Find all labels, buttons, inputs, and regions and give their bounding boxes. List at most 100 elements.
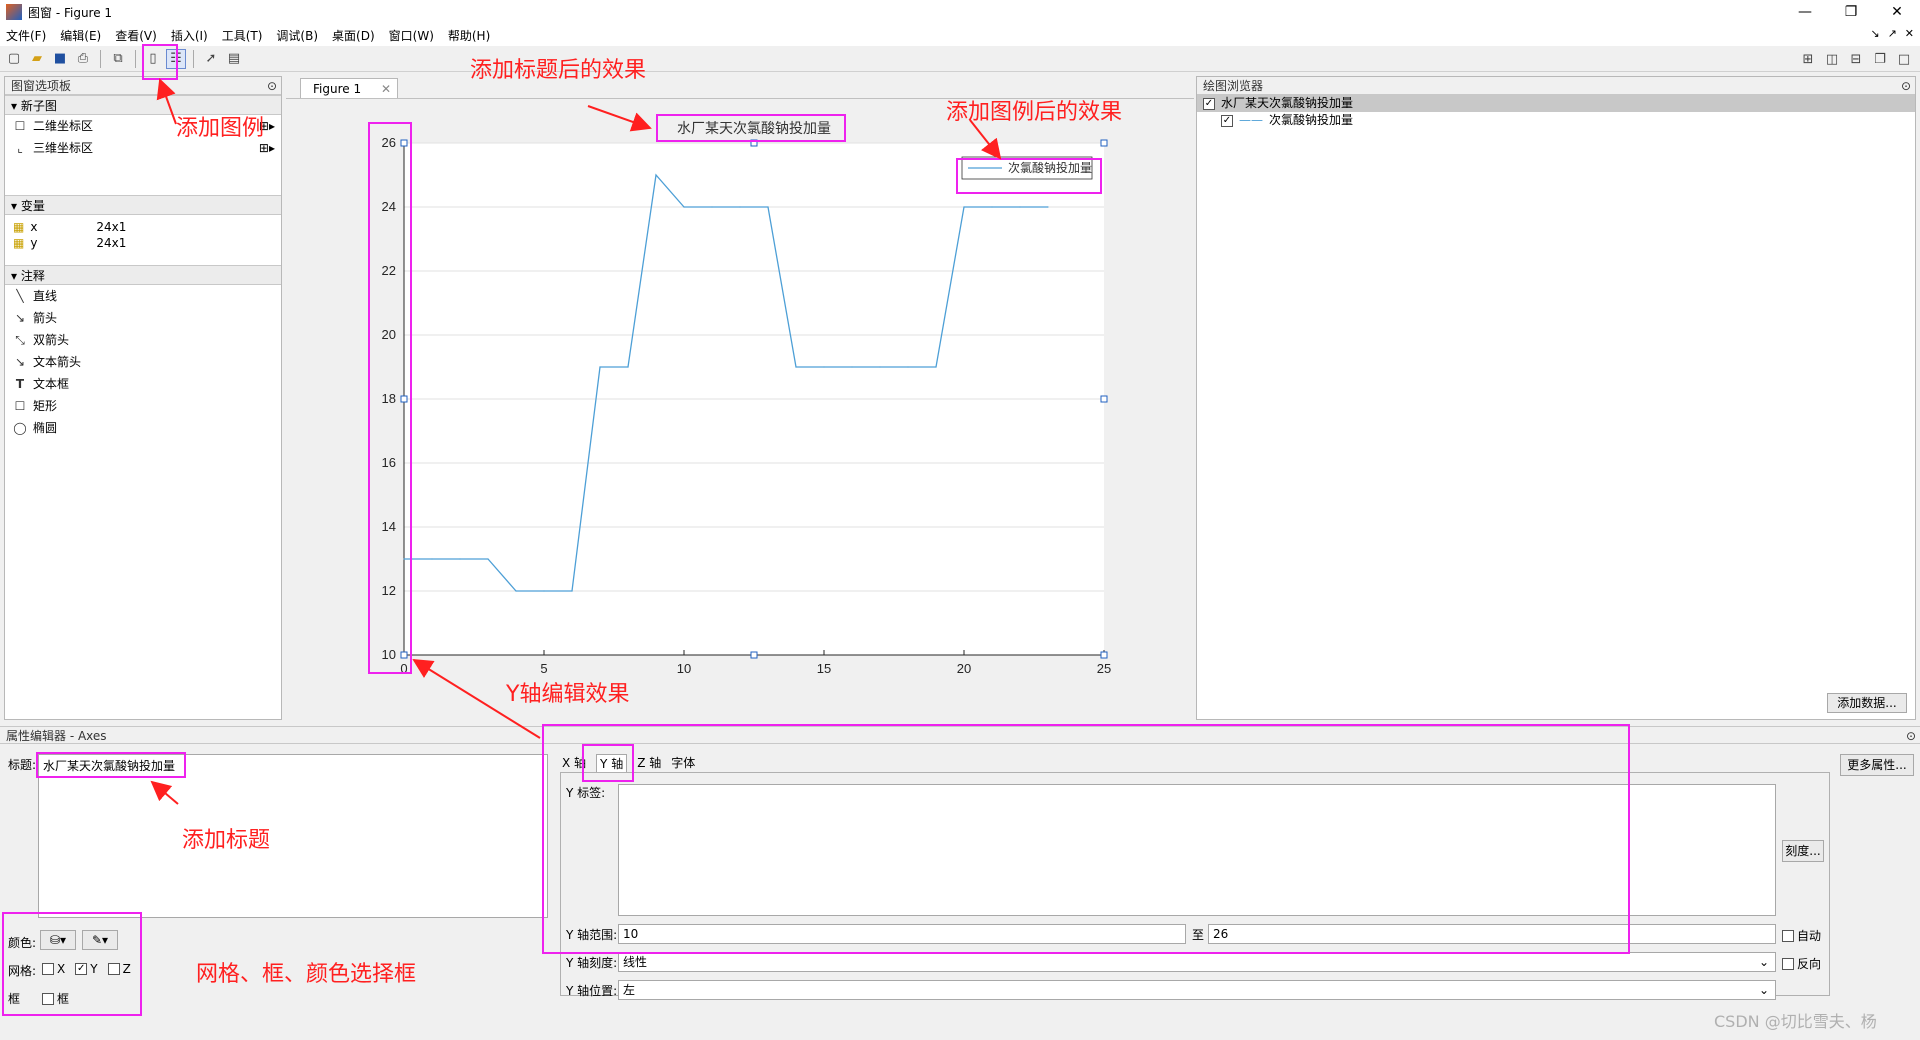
annotation-line[interactable]: ╲ 直线: [5, 285, 281, 307]
menu-desktop[interactable]: 桌面(D): [332, 27, 375, 44]
data-point: [655, 174, 657, 176]
figure-palette: 图窗选项板 ⊙ ▾ 新子图 ☐ 二维坐标区 ⊞▸ ⌞ 三维坐标区 ⊞▸ ▾ 变量…: [4, 76, 282, 720]
y-location-select[interactable]: 左 ⌄: [618, 980, 1776, 1000]
menu-file[interactable]: 文件(F): [6, 27, 46, 44]
data-point: [543, 590, 545, 592]
palette-menu-icon[interactable]: ⊙: [267, 77, 277, 95]
layout-buttons: ⊞ ◫ ⊟ ❐ □: [1798, 49, 1914, 69]
x-tick-label: 15: [817, 661, 831, 676]
print-icon[interactable]: ⎙: [73, 49, 93, 69]
browser-item-axes[interactable]: ✓ 水厂某天次氯酸钠投加量: [1197, 95, 1915, 112]
browser-checkbox[interactable]: ✓: [1221, 114, 1233, 127]
highlight-y-axis: [368, 122, 412, 674]
restore-button[interactable]: ❐: [1828, 0, 1874, 24]
close-button[interactable]: ✕: [1874, 0, 1920, 24]
annotation-rectangle[interactable]: ☐ 矩形: [5, 395, 281, 417]
variable-icon: ▦: [13, 236, 25, 250]
variable-icon: ▦: [13, 220, 25, 234]
annotation-add-legend: 添加图例: [176, 116, 265, 141]
layout-grid-icon[interactable]: ⊞: [1798, 49, 1818, 69]
menu-bar: 文件(F) 编辑(E) 查看(V) 插入(I) 工具(T) 调试(B) 桌面(D…: [0, 24, 1920, 46]
layout-float-icon[interactable]: ❐: [1870, 49, 1890, 69]
add-data-button[interactable]: 添加数据...: [1827, 693, 1907, 713]
annotation-text-arrow[interactable]: ↘ 文本箭头: [5, 351, 281, 373]
textbox-icon: T: [15, 377, 25, 391]
layout-columns-icon[interactable]: ◫: [1822, 49, 1842, 69]
window-title: 图窗 - Figure 1: [28, 5, 113, 20]
data-point: [907, 366, 909, 368]
toolbar: ▢ ▰ ■ ⎙ ⧉ ▯ ☷ ➚ ▤ ⊞ ◫ ⊟ ❐ □: [0, 46, 1920, 72]
data-point: [739, 206, 741, 208]
data-point: [851, 366, 853, 368]
ellipse-icon: ◯: [13, 421, 27, 435]
figure-tab[interactable]: Figure 1 ✕: [300, 78, 398, 98]
open-file-icon[interactable]: ▰: [27, 49, 47, 69]
menu-help[interactable]: 帮助(H): [448, 27, 490, 44]
menu-view[interactable]: 查看(V): [115, 27, 157, 44]
dock-icon[interactable]: ↘: [1870, 27, 1879, 40]
edit-plot-arrow-icon[interactable]: ➚: [201, 49, 221, 69]
title-label: 标题:: [8, 758, 37, 772]
variable-row[interactable]: ▦ y 24x1: [5, 235, 281, 251]
section-variables[interactable]: ▾ 变量: [5, 195, 281, 215]
menu-insert[interactable]: 插入(I): [171, 27, 208, 44]
selection-handle: [1100, 651, 1108, 659]
menu-edit[interactable]: 编辑(E): [60, 27, 101, 44]
chevron-down-icon: ⌄: [1758, 983, 1769, 997]
reverse-checkbox[interactable]: 反向: [1782, 955, 1821, 972]
data-point: [935, 366, 937, 368]
close-tab-icon[interactable]: ✕: [381, 79, 391, 99]
x-tick-label: 20: [957, 661, 971, 676]
data-point: [683, 206, 685, 208]
ticks-button[interactable]: 刻度...: [1782, 840, 1824, 862]
y-scale-label: Y 轴刻度:: [566, 956, 618, 970]
layout-rows-icon[interactable]: ⊟: [1846, 49, 1866, 69]
arrow-icon: ↘: [14, 311, 26, 325]
highlight-title-input: [36, 752, 186, 778]
menu-window[interactable]: 窗口(W): [389, 27, 434, 44]
selection-handle: [750, 651, 758, 659]
data-point: [767, 206, 769, 208]
close-figure-icon[interactable]: ✕: [1905, 27, 1914, 40]
browser-menu-icon[interactable]: ⊙: [1901, 77, 1911, 95]
menu-debug[interactable]: 调试(B): [276, 27, 318, 44]
editor-menu-icon[interactable]: ⊙: [1906, 727, 1916, 745]
show-plot-tools-icon[interactable]: ▤: [224, 49, 244, 69]
matlab-app-icon: [6, 4, 22, 20]
data-point: [627, 366, 629, 368]
more-properties-button[interactable]: 更多属性...: [1840, 754, 1914, 776]
chevron-down-icon: ⌄: [1758, 955, 1769, 969]
highlight-y-axis-panel: [542, 724, 1630, 954]
link-plot-icon[interactable]: ⧉: [108, 49, 128, 69]
minimize-button[interactable]: —: [1782, 0, 1828, 24]
save-icon[interactable]: ■: [50, 49, 70, 69]
browser-header: 绘图浏览器 ⊙: [1197, 77, 1915, 95]
title-bar: 图窗 - Figure 1 — ❐ ✕: [0, 0, 1920, 24]
annotation-double-arrow[interactable]: ⤡ 双箭头: [5, 329, 281, 351]
rectangle-icon: ☐: [14, 119, 26, 133]
annotation-y-axis-effect: Y轴编辑效果: [506, 682, 630, 707]
data-point: [599, 366, 601, 368]
section-annotations[interactable]: ▾ 注释: [5, 265, 281, 285]
annotation-add-title-effect: 添加标题后的效果: [470, 58, 647, 83]
data-point: [487, 558, 489, 560]
title-input[interactable]: 水厂某天次氯酸钠投加量: [38, 754, 548, 918]
browser-checkbox[interactable]: ✓: [1203, 97, 1215, 110]
selection-handle: [1100, 139, 1108, 147]
annotation-arrow[interactable]: ↘ 箭头: [5, 307, 281, 329]
undock-icon[interactable]: ↗: [1888, 27, 1897, 40]
annotation-textbox[interactable]: T 文本框: [5, 373, 281, 395]
annotation-ellipse[interactable]: ◯ 椭圆: [5, 417, 281, 439]
x-tick-label: 25: [1097, 661, 1111, 676]
layout-maximize-icon[interactable]: □: [1894, 49, 1914, 69]
variable-row[interactable]: ▦ x 24x1: [5, 219, 281, 235]
menu-tools[interactable]: 工具(T): [222, 27, 263, 44]
highlight-legend-button: [142, 44, 178, 80]
highlight-chart-legend: [956, 158, 1102, 194]
new-figure-icon[interactable]: ▢: [4, 49, 24, 69]
data-point: [431, 558, 433, 560]
auto-checkbox[interactable]: 自动: [1782, 927, 1821, 944]
y-scale-select[interactable]: 线性 ⌄: [618, 952, 1776, 972]
y-location-label: Y 轴位置:: [566, 984, 618, 998]
browser-item-line[interactable]: ✓ —— 次氯酸钠投加量: [1197, 112, 1915, 129]
